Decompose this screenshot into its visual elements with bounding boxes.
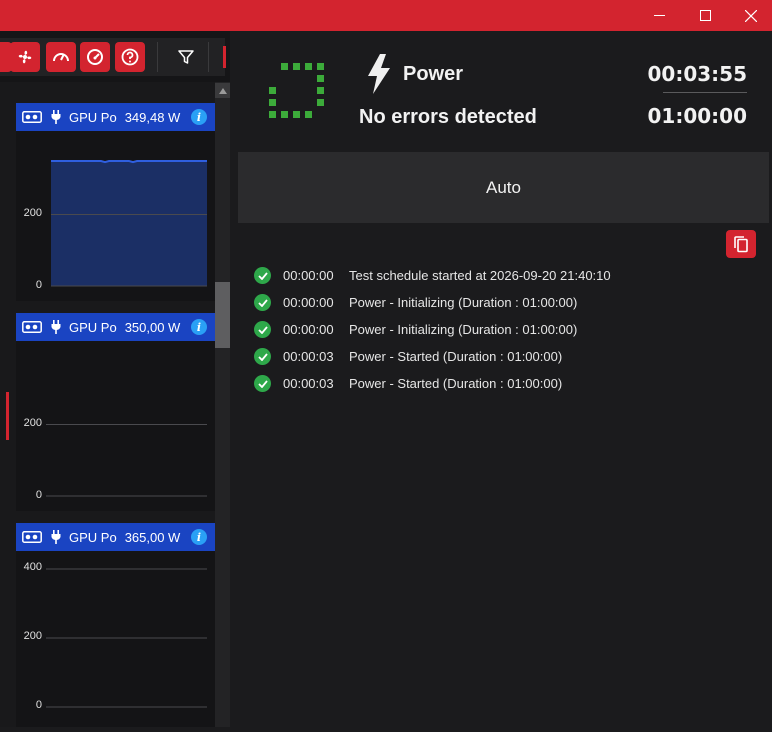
check-icon: [254, 348, 271, 365]
y-tick-label: 200: [23, 417, 42, 429]
gauge-button[interactable]: [80, 42, 110, 72]
speedometer-button[interactable]: [46, 42, 76, 72]
plug-icon: [51, 110, 61, 124]
lightning-icon: [368, 54, 390, 94]
total-duration: 01:00:00: [647, 104, 748, 128]
gpu-chart: [16, 341, 215, 511]
log-entry: 00:00:00 Power - Initializing (Duration …: [254, 289, 611, 316]
gpu-chart: [16, 551, 215, 727]
test-name: Power: [403, 63, 464, 85]
log-entry: 00:00:03 Power - Started (Duration : 01:…: [254, 370, 611, 397]
gpu-panel-value: 349,48 W: [124, 109, 181, 125]
log-entry: 00:00:00 Power - Initializing (Duration …: [254, 316, 611, 343]
check-icon: [254, 375, 271, 392]
info-icon[interactable]: i: [191, 109, 207, 125]
log-entry: 00:00:03 Power - Started (Duration : 01:…: [254, 343, 611, 370]
mode-button[interactable]: Auto: [238, 152, 769, 223]
fan-button[interactable]: [10, 42, 40, 72]
fan-icon: [18, 50, 32, 64]
y-tick-label: 400: [23, 561, 42, 573]
gpu-card-icon: [22, 111, 42, 123]
mode-label: Auto: [486, 177, 521, 197]
toolbar-divider: [208, 42, 209, 72]
check-icon: [254, 321, 271, 338]
log-time: 00:00:00: [283, 322, 334, 337]
gpu-panel-value: 365,00 W: [124, 529, 181, 545]
log-text: Power - Initializing (Duration : 01:00:0…: [349, 295, 578, 310]
gpu-panel-name: GPU Po: [69, 529, 117, 545]
toolbar: [0, 38, 225, 76]
minimize-button[interactable]: [636, 0, 682, 31]
status-indicator-icon: [269, 63, 324, 118]
close-button[interactable]: [728, 0, 772, 31]
maximize-icon: [699, 10, 711, 21]
gpu-card-icon: [22, 531, 42, 543]
log-time: 00:00:03: [283, 349, 334, 364]
gpu-power-chart: [46, 568, 207, 708]
log-text: Power - Started (Duration : 01:00:00): [349, 349, 563, 364]
panel-scrollbar[interactable]: [215, 82, 230, 727]
minimize-icon: [653, 15, 665, 16]
maximize-button[interactable]: [682, 0, 728, 31]
log-time: 00:00:00: [283, 295, 334, 310]
filter-button[interactable]: [171, 42, 201, 72]
selection-marker: [6, 392, 9, 440]
copy-icon: [734, 236, 748, 253]
status-message: No errors detected: [359, 106, 537, 128]
help-button[interactable]: [115, 42, 145, 72]
power-series-line: [51, 160, 207, 164]
elapsed-time: 00:03:55: [647, 62, 748, 86]
y-tick-label: 0: [35, 699, 42, 711]
arrow-up-icon: [218, 87, 227, 94]
gpu-panel-header[interactable]: GPU Po 365,00 W i: [16, 523, 215, 551]
gpu-panel-name: GPU Po: [69, 109, 117, 125]
gpu-panel-name: GPU Po: [69, 319, 117, 335]
y-tick-label: 200: [23, 207, 42, 219]
speedometer-icon: [53, 53, 69, 62]
y-tick-label: 200: [23, 630, 42, 642]
scroll-up-button[interactable]: [215, 83, 230, 98]
title-bar: [0, 0, 772, 31]
gpu-card-icon: [22, 321, 42, 333]
gpu-power-chart: [51, 160, 207, 287]
y-tick-label: 0: [35, 489, 42, 501]
filter-icon: [178, 50, 194, 64]
log-text: Power - Initializing (Duration : 01:00:0…: [349, 322, 578, 337]
plug-icon: [51, 530, 61, 544]
log-entry: 00:00:00 Test schedule started at 2026-0…: [254, 262, 611, 289]
gpu-chart: [16, 131, 215, 301]
check-icon: [254, 267, 271, 284]
close-icon: [745, 9, 757, 22]
event-log: 00:00:00 Test schedule started at 2026-0…: [254, 262, 611, 397]
log-time: 00:00:00: [283, 268, 334, 283]
log-text: Test schedule started at 2026-09-20 21:4…: [349, 268, 611, 283]
toolbar-overflow-edge: [223, 46, 226, 68]
toolbar-divider: [157, 42, 158, 72]
gpu-power-chart: [46, 424, 207, 497]
gpu-panel-value: 350,00 W: [124, 319, 181, 335]
log-time: 00:00:03: [283, 376, 334, 391]
copy-log-button[interactable]: [726, 230, 756, 258]
gpu-panel-header[interactable]: GPU Po 349,48 W i: [16, 103, 215, 131]
gauge-icon: [87, 49, 103, 65]
help-icon: [121, 48, 139, 66]
info-icon[interactable]: i: [191, 319, 207, 335]
gpu-panel-header[interactable]: GPU Po 350,00 W i: [16, 313, 215, 341]
power-series-area: [51, 161, 207, 286]
log-text: Power - Started (Duration : 01:00:00): [349, 376, 563, 391]
scrollbar-thumb[interactable]: [215, 282, 230, 348]
plug-icon: [51, 320, 61, 334]
timer-divider: [663, 92, 747, 93]
y-tick-label: 0: [35, 279, 42, 291]
check-icon: [254, 294, 271, 311]
info-icon[interactable]: i: [191, 529, 207, 545]
